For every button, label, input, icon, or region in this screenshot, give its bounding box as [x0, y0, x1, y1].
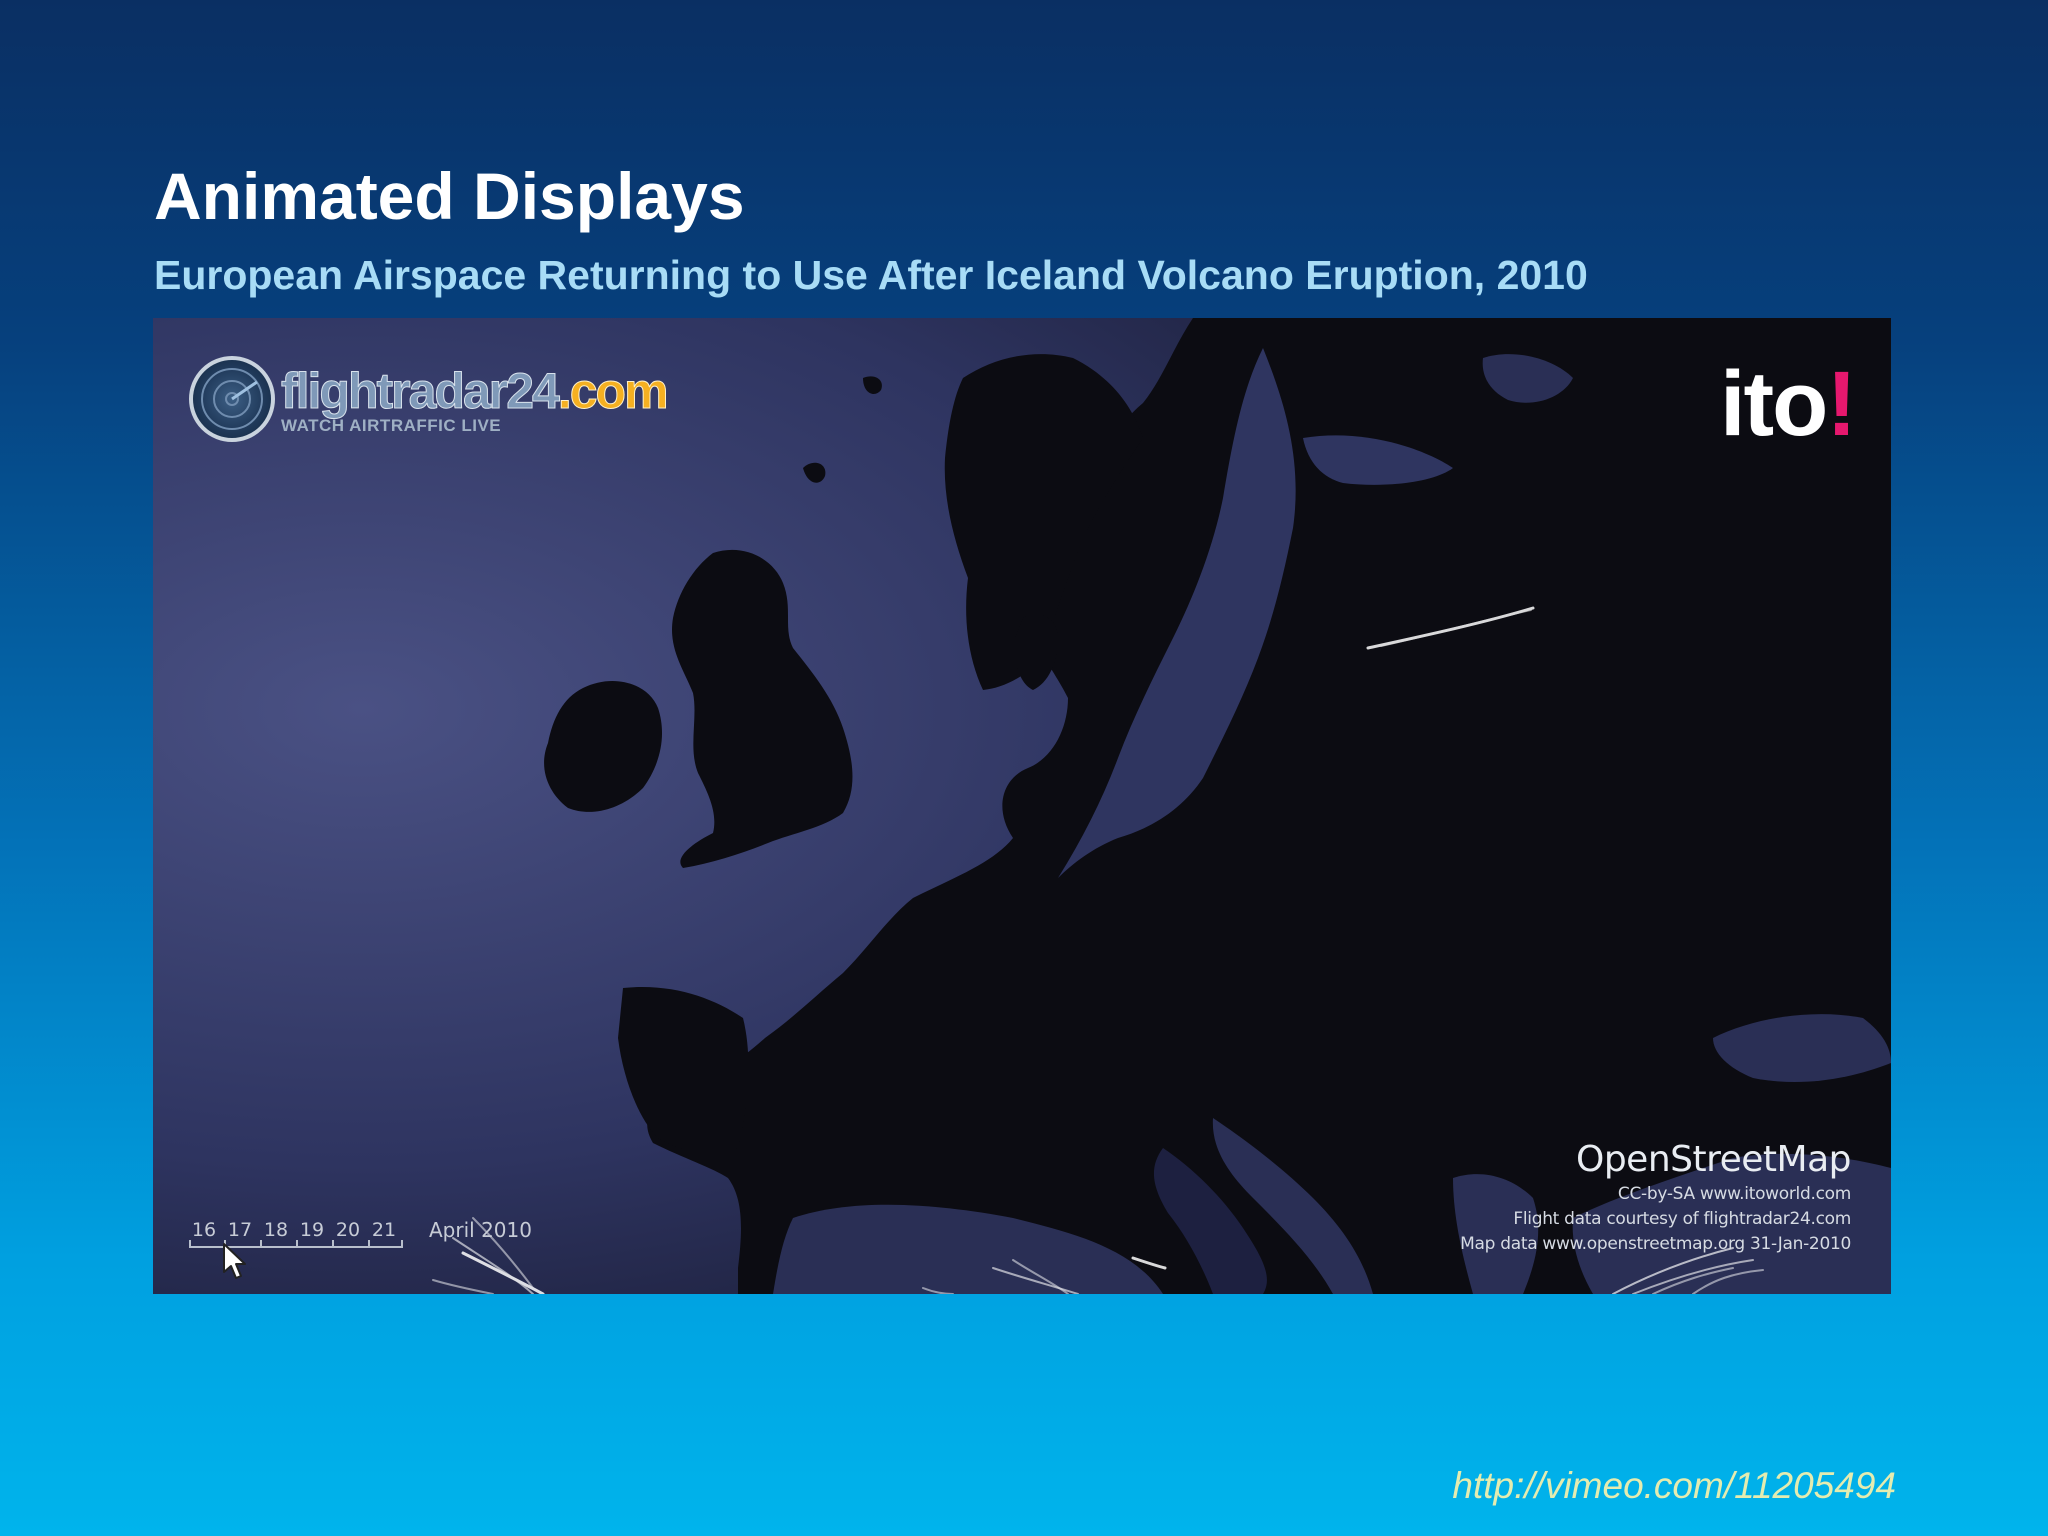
timeline-tick [189, 1240, 191, 1248]
source-link[interactable]: http://vimeo.com/11205494 [1452, 1464, 1896, 1508]
timeline-month: April 2010 [429, 1218, 532, 1242]
video-player[interactable]: flightradar24.com WATCH AIRTRAFFIC LIVE … [153, 318, 1891, 1294]
timeline-tick [260, 1240, 262, 1248]
slide-title: Animated Displays [154, 159, 745, 233]
timeline-tick [296, 1240, 298, 1248]
attribution-line: Map data www.openstreetmap.org 31-Jan-20… [1460, 1234, 1851, 1254]
attribution-line: CC-by-SA www.itoworld.com [1617, 1184, 1851, 1204]
map-attribution: OpenStreetMap CC-by-SA www.itoworld.com … [1460, 1138, 1851, 1257]
timeline-day[interactable]: 20 [333, 1218, 363, 1242]
timeline-tick [368, 1240, 370, 1248]
timeline-day[interactable]: 16 [189, 1218, 219, 1242]
slide-subtitle: European Airspace Returning to Use After… [154, 252, 1588, 298]
flightradar24-logo: flightradar24.com WATCH AIRTRAFFIC LIVE [189, 356, 669, 456]
mouse-cursor-icon [223, 1243, 246, 1279]
timeline-tick [332, 1240, 334, 1248]
timeline-day[interactable]: 19 [297, 1218, 327, 1242]
openstreetmap-title: OpenStreetMap [1575, 1139, 1852, 1180]
radar-icon [189, 356, 275, 442]
attribution-line: Flight data courtesy of flightradar24.co… [1513, 1209, 1851, 1229]
timeline-tick [401, 1240, 403, 1248]
flightradar24-tagline: WATCH AIRTRAFFIC LIVE [281, 416, 502, 435]
date-timeline[interactable]: 16 17 18 19 20 21 April 2010 [189, 1218, 589, 1279]
ito-logo: ito! [1719, 353, 1857, 455]
flightradar24-wordmark: flightradar24.com [281, 363, 670, 419]
timeline-day[interactable]: 18 [261, 1218, 291, 1242]
timeline-day[interactable]: 17 [225, 1218, 255, 1242]
timeline-day[interactable]: 21 [369, 1218, 399, 1242]
